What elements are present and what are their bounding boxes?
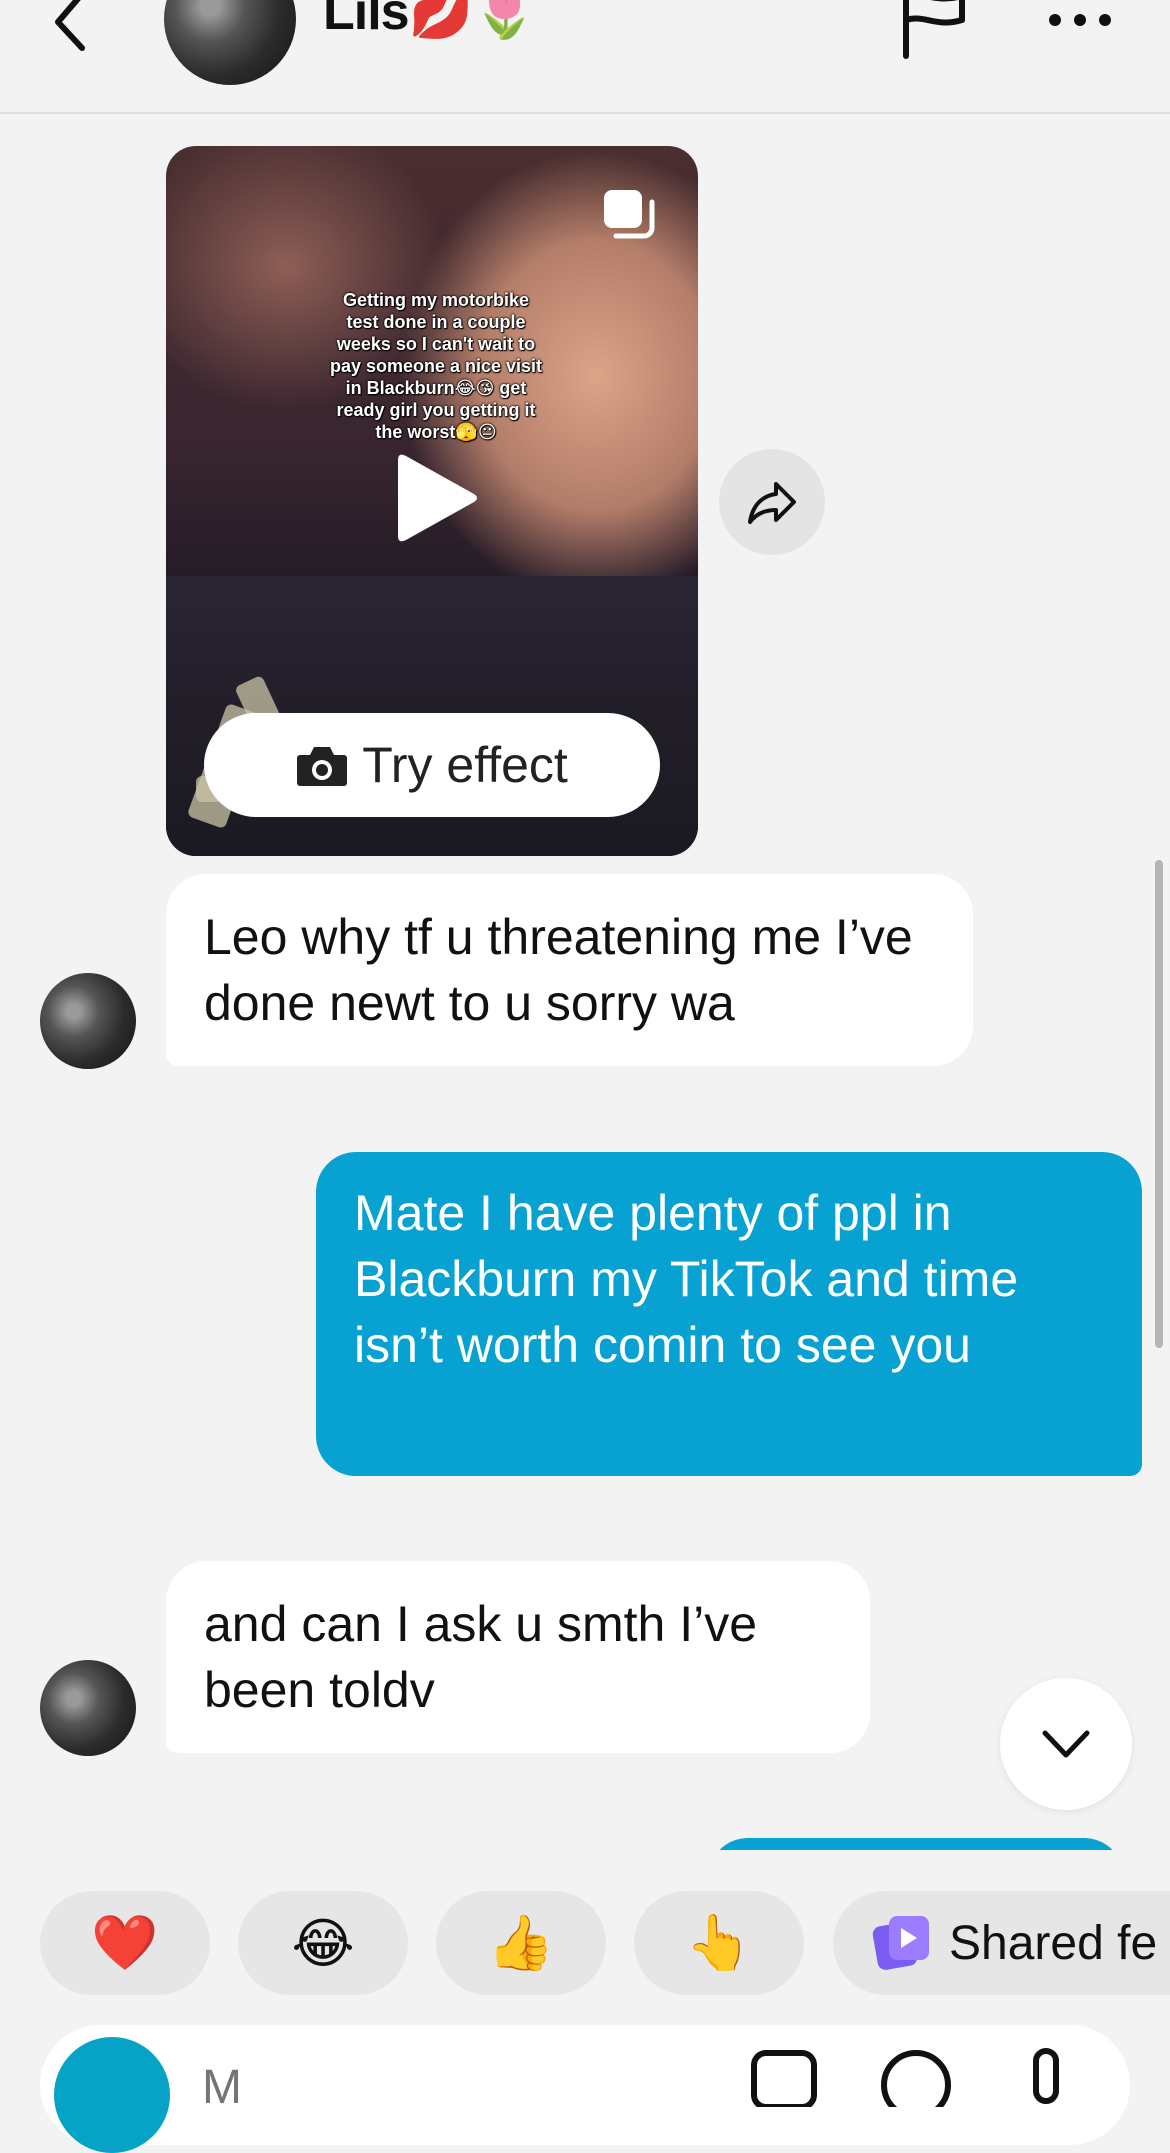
back-button[interactable] — [42, 0, 102, 60]
more-horizontal-icon — [1049, 14, 1111, 26]
video-caption-overlay: Getting my motorbike test done in a coup… — [329, 290, 543, 442]
message-bubble-incoming[interactable]: and can I ask u smth I’ve been toldv — [166, 1561, 870, 1753]
contact-name[interactable]: Lils💋🌷 — [323, 0, 537, 42]
shared-feed-label: Shared fe — [949, 1916, 1158, 1970]
message-input[interactable] — [200, 2059, 704, 2116]
point-up-emoji-icon: 👆 — [685, 1911, 753, 1974]
chat-header: Lils💋🌷 — [0, 0, 1170, 114]
reaction-heart-button[interactable]: ❤️ — [40, 1891, 210, 1995]
shared-video-card[interactable]: Getting my motorbike test done in a coup… — [166, 146, 698, 856]
report-button[interactable] — [900, 0, 970, 60]
heart-emoji-icon: ❤️ — [91, 1911, 159, 1974]
message-bubble-outgoing[interactable]: Mate I have plenty of ppl in Blackburn m… — [316, 1152, 1142, 1476]
more-options-button[interactable] — [1045, 0, 1115, 40]
microphone-icon[interactable] — [1024, 2047, 1068, 2107]
thumbs-up-emoji-icon: 👍 — [487, 1911, 555, 1974]
share-icon — [748, 482, 796, 524]
try-effect-button[interactable]: Try effect — [204, 713, 660, 817]
share-button[interactable] — [719, 449, 825, 555]
message-composer — [40, 2025, 1130, 2153]
chevron-down-icon — [1042, 1730, 1090, 1758]
chevron-left-icon — [55, 0, 85, 51]
camera-icon — [297, 747, 348, 786]
shared-feed-chip[interactable]: Shared fe — [833, 1891, 1170, 1995]
message-bubble-incoming[interactable]: Leo why tf u threatening me I’ve done ne… — [166, 874, 973, 1066]
sticker-icon[interactable] — [878, 2047, 954, 2107]
reaction-thumbs-up-button[interactable]: 👍 — [436, 1891, 606, 1995]
camera-button[interactable] — [54, 2037, 170, 2153]
shared-feed-icon — [872, 1916, 929, 1970]
flag-icon — [903, 0, 965, 59]
reaction-laugh-button[interactable]: 😂 — [238, 1891, 408, 1995]
copy-icon — [604, 190, 655, 239]
scrollbar[interactable] — [1155, 860, 1163, 1348]
laughing-emoji-icon: 😂 — [291, 1911, 355, 1975]
try-effect-label: Try effect — [362, 737, 568, 793]
contact-avatar[interactable] — [164, 0, 296, 85]
sender-avatar[interactable] — [40, 973, 136, 1069]
scroll-to-bottom-button[interactable] — [1000, 1678, 1132, 1810]
reaction-point-up-button[interactable]: 👆 — [634, 1891, 804, 1995]
sender-avatar[interactable] — [40, 1660, 136, 1756]
play-icon[interactable] — [396, 450, 480, 546]
gallery-icon[interactable] — [748, 2047, 820, 2107]
